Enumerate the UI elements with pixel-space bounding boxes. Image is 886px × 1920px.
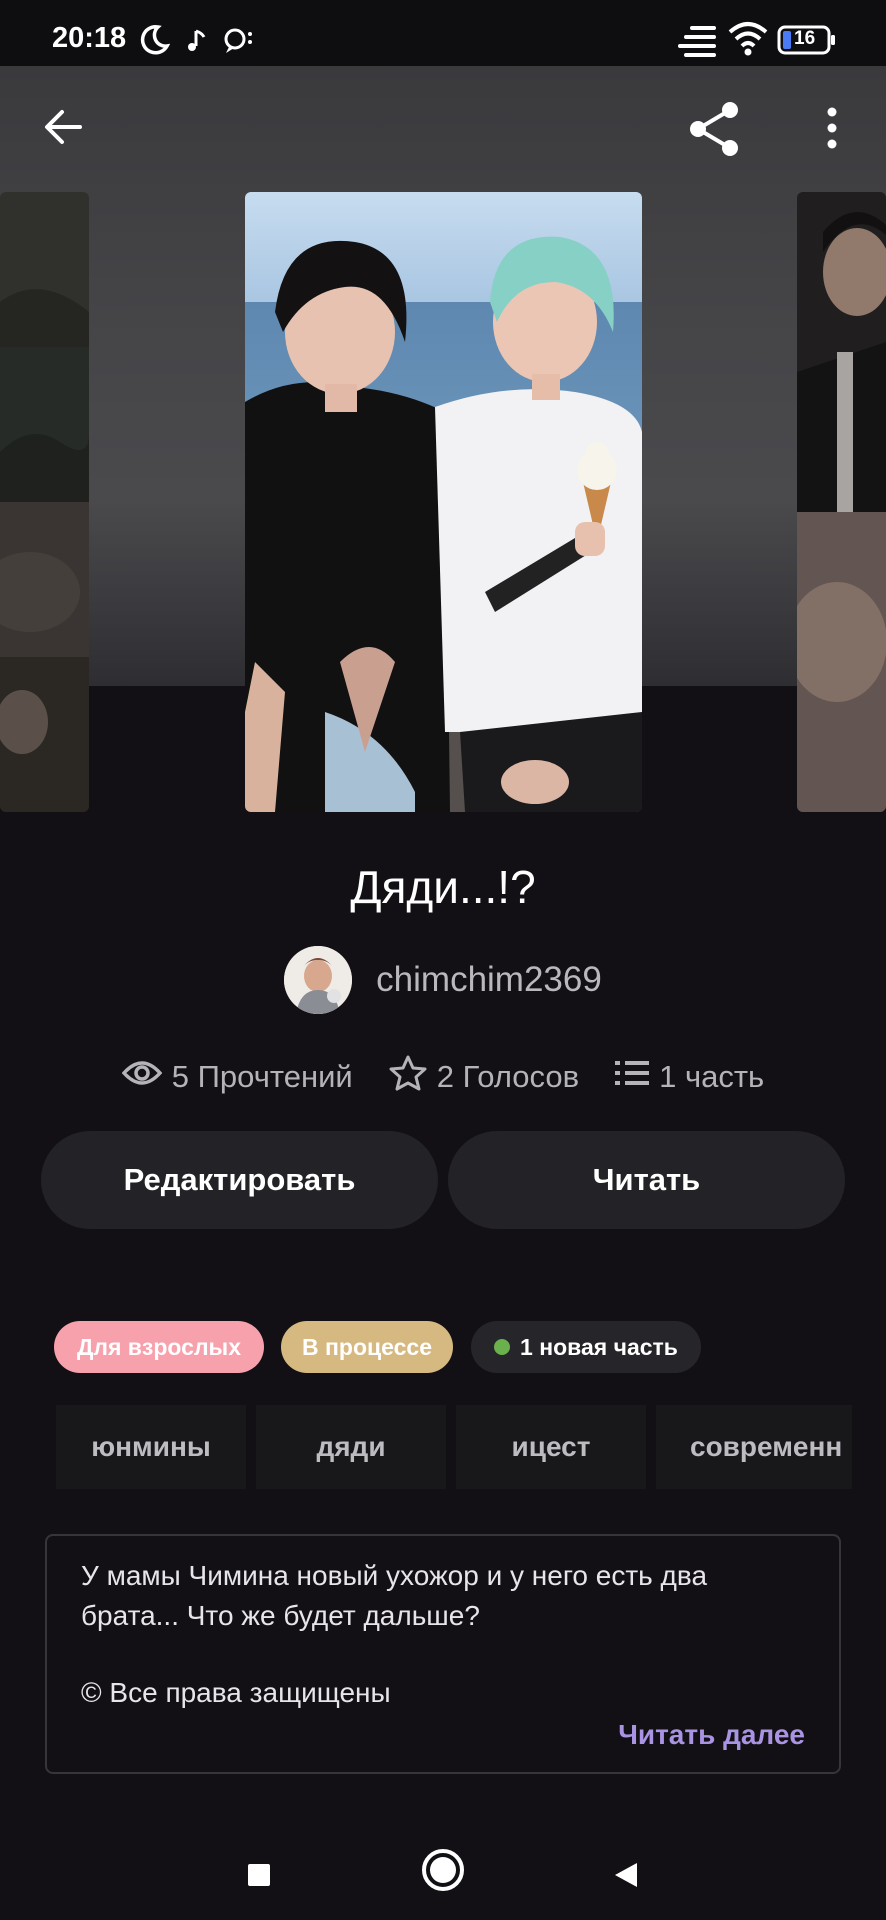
read-button[interactable]: Читать <box>448 1131 845 1229</box>
adult-badge: Для взрослых <box>54 1321 264 1373</box>
votes-stat: 2 Голосов <box>389 1055 579 1099</box>
in-progress-badge: В процессе <box>281 1321 453 1373</box>
story-title: Дяди...!? <box>350 861 536 913</box>
system-nav-bar <box>0 1820 886 1920</box>
new-part-label: 1 новая часть <box>520 1333 678 1360</box>
list-icon <box>615 1059 650 1095</box>
tags-list[interactable]: юнмины дяди ицест современн <box>56 1405 852 1489</box>
chat-bubble-icon <box>222 26 254 61</box>
tag-item[interactable]: дяди <box>256 1405 446 1489</box>
moon-icon <box>138 24 171 61</box>
new-part-badge: 1 новая часть <box>471 1321 701 1373</box>
parts-stat: 1 часть <box>615 1059 764 1095</box>
share-icon[interactable] <box>686 100 742 163</box>
votes-count: 2 Голосов <box>436 1059 580 1094</box>
author-row[interactable]: chimchim2369 <box>0 945 886 1015</box>
avatar[interactable] <box>284 946 353 1014</box>
edit-button[interactable]: Редактировать <box>41 1131 438 1229</box>
eye-icon <box>121 1059 163 1095</box>
story-stats: 5 Прочтений 2 Голосов 1 часть <box>0 1052 886 1102</box>
more-vert-icon[interactable] <box>822 106 842 155</box>
home-circle-icon[interactable] <box>421 1848 465 1897</box>
cover-left[interactable] <box>0 192 89 812</box>
cover-right[interactable] <box>797 192 886 812</box>
back-arrow-icon[interactable] <box>42 106 84 153</box>
story-cover[interactable] <box>245 192 642 812</box>
battery-level: 16 <box>794 28 816 49</box>
tag-item[interactable]: современн <box>656 1405 852 1489</box>
description-box: У мамы Чимина новый ухожор и у него есть… <box>45 1534 841 1774</box>
star-icon <box>389 1055 427 1099</box>
status-bar: 20:18 16 <box>0 0 886 66</box>
back-triangle-icon[interactable] <box>613 1862 639 1893</box>
recents-square-icon[interactable] <box>248 1864 270 1891</box>
copyright-text: © Все права защищены <box>81 1677 391 1708</box>
reads-stat: 5 Прочтений <box>121 1059 353 1095</box>
read-more-link[interactable]: Читать далее <box>618 1719 805 1751</box>
tag-item[interactable]: ицест <box>456 1405 646 1489</box>
data-lines-icon <box>676 24 720 63</box>
status-time: 20:18 <box>52 22 127 54</box>
reads-count: 5 Прочтений <box>171 1059 353 1094</box>
description-text: У мамы Чимина новый ухожор и у него есть… <box>81 1560 708 1631</box>
author-name[interactable]: chimchim2369 <box>376 960 602 1000</box>
wifi-icon <box>728 20 768 61</box>
tag-item[interactable]: юнмины <box>56 1405 246 1489</box>
new-dot-icon <box>494 1339 511 1355</box>
parts-count: 1 часть <box>659 1059 765 1094</box>
music-note-icon <box>186 28 208 59</box>
